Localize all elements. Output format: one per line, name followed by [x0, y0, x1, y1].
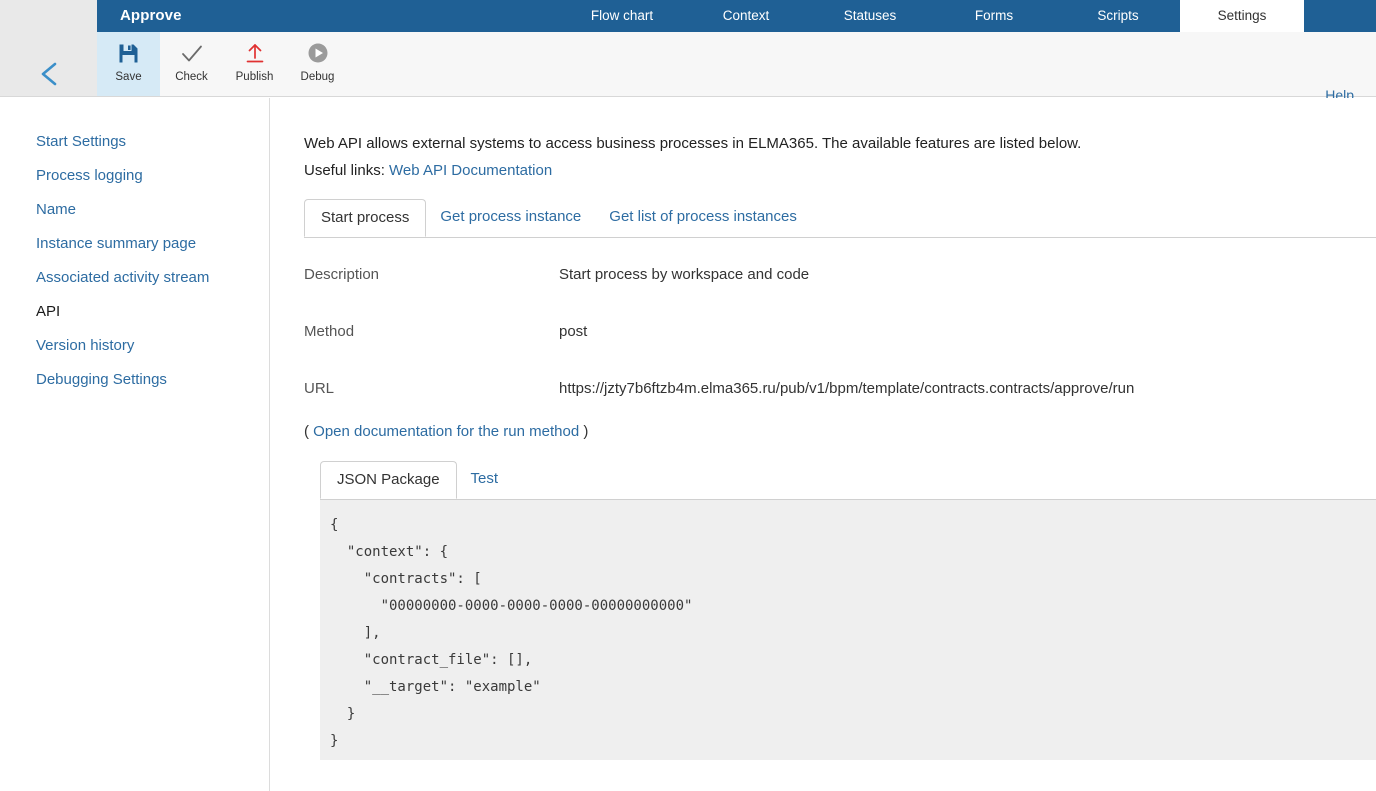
api-settings-content: Web API allows external systems to acces…	[270, 98, 1376, 791]
method-tabs: Start process Get process instance Get l…	[304, 199, 1376, 237]
json-tabs: JSON Package Test	[320, 461, 512, 499]
check-button-label: Check	[175, 71, 208, 83]
web-api-documentation-link[interactable]: Web API Documentation	[389, 162, 552, 179]
nav-tab-settings[interactable]: Settings	[1180, 0, 1304, 32]
api-intro-line1: Web API allows external systems to acces…	[304, 135, 1082, 152]
tab-json-package[interactable]: JSON Package	[320, 461, 457, 499]
toolbar: Save Check Publish Debug Help	[0, 32, 1376, 105]
nav-tab-flow-chart[interactable]: Flow chart	[560, 0, 684, 32]
sidebar-item-instance-summary-page[interactable]: Instance summary page	[0, 227, 269, 261]
tab-get-list-of-process-instances[interactable]: Get list of process instances	[595, 199, 811, 237]
api-intro-text: Web API allows external systems to acces…	[304, 130, 1081, 184]
sidebar-item-start-settings[interactable]: Start Settings	[0, 125, 269, 159]
open-documentation-link[interactable]: Open documentation for the run method	[313, 423, 579, 440]
sidebar-item-associated-activity-stream[interactable]: Associated activity stream	[0, 261, 269, 295]
save-floppy-icon	[118, 40, 139, 66]
field-method-value: post	[559, 323, 588, 340]
chevron-left-icon[interactable]	[36, 60, 62, 88]
field-url-value: https://jzty7b6ftzb4m.elma365.ru/pub/v1/…	[559, 380, 1135, 397]
method-tabs-underline	[304, 237, 1376, 238]
debug-button[interactable]: Debug	[286, 32, 349, 96]
sidebar-item-debugging-settings[interactable]: Debugging Settings	[0, 363, 269, 397]
check-button[interactable]: Check	[160, 32, 223, 96]
nav-tab-context[interactable]: Context	[684, 0, 808, 32]
toolbar-buttons: Save Check Publish Debug	[97, 32, 349, 96]
sidebar-item-version-history[interactable]: Version history	[0, 329, 269, 363]
tab-test[interactable]: Test	[457, 461, 513, 499]
sidebar-item-name[interactable]: Name	[0, 193, 269, 227]
nav-tab-statuses[interactable]: Statuses	[808, 0, 932, 32]
sidebar-item-api[interactable]: API	[0, 295, 269, 329]
field-url-label: URL	[304, 380, 335, 397]
save-button[interactable]: Save	[97, 32, 160, 96]
save-button-label: Save	[115, 71, 142, 83]
open-documentation-line: ( Open documentation for the run method …	[304, 423, 588, 440]
tab-start-process[interactable]: Start process	[304, 199, 427, 237]
doc-open-paren: (	[304, 423, 314, 440]
upload-arrow-icon	[244, 40, 266, 66]
publish-button[interactable]: Publish	[223, 32, 286, 96]
field-description-value: Start process by workspace and code	[559, 266, 810, 283]
field-method-label: Method	[304, 323, 355, 340]
top-bar: Approve Flow chart Context Statuses Form…	[0, 0, 1376, 32]
doc-close-paren: )	[579, 423, 589, 440]
json-package-code[interactable]: { "context": { "contracts": [ "00000000-…	[320, 500, 1376, 760]
settings-sidebar: Start Settings Process logging Name Inst…	[0, 98, 270, 791]
sidebar-item-process-logging[interactable]: Process logging	[0, 159, 269, 193]
play-circle-icon	[307, 40, 329, 66]
nav-tab-scripts[interactable]: Scripts	[1056, 0, 1180, 32]
tab-get-process-instance[interactable]: Get process instance	[426, 199, 595, 237]
nav-tab-forms[interactable]: Forms	[932, 0, 1056, 32]
page-title: Approve	[120, 7, 182, 24]
api-useful-links-line: Useful links: Web API Documentation	[304, 157, 1081, 184]
useful-links-label: Useful links:	[304, 162, 390, 179]
body-area: Start Settings Process logging Name Inst…	[0, 98, 1376, 791]
publish-button-label: Publish	[235, 71, 274, 83]
checkmark-icon	[181, 40, 203, 66]
field-description-label: Description	[304, 266, 380, 283]
debug-button-label: Debug	[300, 71, 335, 83]
main-nav-tabs: Flow chart Context Statuses Forms Script…	[560, 0, 1304, 32]
